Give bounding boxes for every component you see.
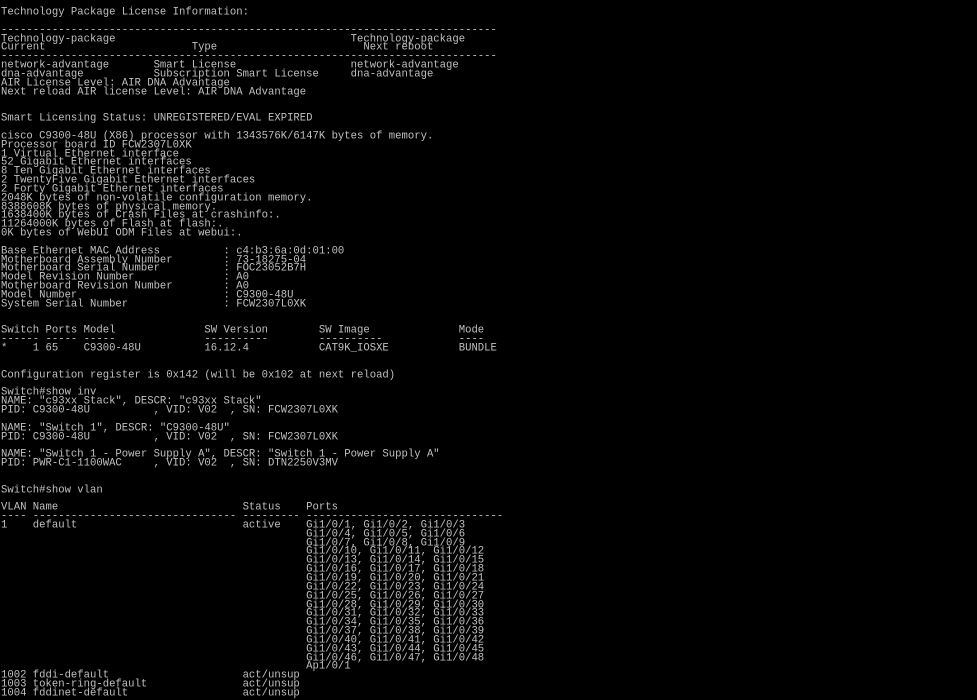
terminal-line: Technology Package License Information:: [1, 5, 249, 19]
terminal-line: PID: PWR-C1-1100WAC , VID: V02 , SN: DTN…: [1, 456, 338, 470]
terminal-line: System Serial Number : FCW2307L0XK: [1, 297, 307, 311]
terminal-line: 0K bytes of WebUI ODM Files at webui:.: [1, 226, 243, 240]
terminal-line: * 1 65 C9300-48U 16.12.4 CAT9K_IOSXE BUN…: [1, 341, 497, 355]
terminal-output[interactable]: Technology Package License Information: -…: [0, 0, 977, 700]
terminal-line: 1004 fddinet-default act/unsup: [1, 686, 300, 700]
terminal-line: PID: C9300-48U , VID: V02 , SN: FCW2307L…: [1, 403, 338, 417]
